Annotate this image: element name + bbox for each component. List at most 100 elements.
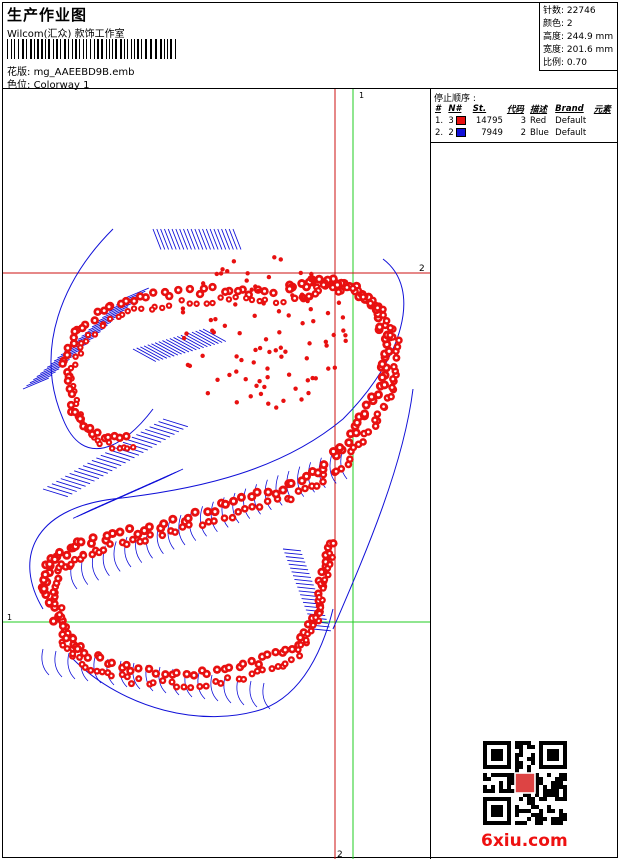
red-stitch-dot (234, 354, 239, 359)
red-stitch-flower (77, 350, 85, 357)
red-stitch-dot (298, 270, 303, 276)
red-stitch-flower (129, 444, 137, 451)
blue-stitch-outline (91, 460, 117, 469)
blue-stitch-outline (202, 228, 211, 250)
red-stitch-dot (181, 335, 187, 341)
blue-stitch-outline (285, 556, 304, 559)
red-stitch-dot (215, 377, 220, 383)
red-stitch-flower (309, 621, 317, 629)
blue-stitch-outline (312, 628, 331, 632)
blue-stitch-outline (140, 431, 166, 441)
red-stitch-dot (200, 281, 206, 286)
red-stitch-dot (279, 354, 284, 359)
red-stitch-flower (217, 294, 224, 301)
red-stitch-dot (180, 310, 186, 315)
red-stitch-dot (343, 338, 348, 344)
red-stitch-dot (239, 357, 244, 363)
red-stitch-dot (336, 300, 342, 305)
blue-stitch-outline (183, 228, 192, 250)
red-stitch-flower (93, 307, 102, 316)
red-stitch-dot (263, 337, 269, 342)
red-stitch-flower (77, 344, 84, 351)
red-stitch-flower (174, 285, 183, 295)
red-stitch-flower (58, 359, 67, 368)
red-stitch-dot (300, 321, 305, 326)
barcode-icon (7, 39, 183, 59)
red-stitch-flower (124, 307, 131, 315)
red-stitch-flower (286, 478, 296, 488)
table-row: 2. 2 7949 2 Blue Default (435, 128, 587, 138)
red-stitch-flower (107, 672, 115, 680)
red-stitch-flower (360, 409, 370, 419)
red-stitch-flower (285, 284, 295, 294)
blue-stitch-outline (186, 228, 196, 250)
red-stitch-flower (149, 679, 157, 687)
red-stitch-dot (308, 306, 313, 312)
red-stitch-flower (159, 677, 167, 685)
red-stitch-dot (237, 331, 242, 336)
red-stitch-dot (324, 343, 329, 348)
col-code: 代码 (506, 105, 524, 115)
blue-stitch-outline (232, 228, 242, 250)
red-stitch-flower (210, 507, 220, 517)
blue-stitch-outline (221, 228, 230, 250)
red-stitch-flower (58, 621, 68, 631)
red-stitch-dot (262, 384, 267, 390)
blue-stitch-outline (131, 436, 157, 446)
guide-label-top: 1 (359, 91, 364, 100)
red-stitch-dot (254, 383, 259, 388)
red-stitch-dot (248, 394, 253, 399)
red-stitch-flower (146, 530, 154, 539)
red-stitch-flower (84, 331, 92, 339)
red-stitch-flower (202, 682, 210, 690)
blue-stitch-outline (96, 457, 122, 467)
stat-height: 高度: 244.9 mm (543, 32, 614, 42)
red-stitch-flower (172, 668, 181, 678)
red-stitch-flower (236, 492, 246, 502)
red-stitch-dot (234, 400, 239, 405)
blue-stitch-outline (54, 650, 63, 678)
red-stitch-dot (293, 386, 298, 391)
page-title: 生产作业图 (7, 6, 88, 24)
production-sheet: 生产作业图 Wilcom(汇众) 款饰工作室 花版: mg_AAEEBD9B.e… (2, 2, 618, 859)
red-stitch-dot (278, 257, 283, 262)
blue-stitch-outline (22, 377, 49, 390)
blue-stitch-outline (87, 462, 113, 472)
red-stitch-flower (96, 440, 103, 448)
red-stitch-dot (266, 401, 271, 406)
red-stitch-dot (227, 372, 232, 378)
red-stitch-dot (286, 372, 292, 377)
guide-label-left: 1 (7, 613, 12, 622)
red-stitch-dot (184, 331, 189, 336)
red-stitch-flower (240, 675, 248, 683)
qr-code-icon (483, 741, 567, 825)
blue-stitch-outline (262, 682, 271, 710)
blue-stitch-outline (158, 421, 184, 430)
red-stitch-dot (278, 345, 284, 350)
red-stitch-flower (232, 293, 239, 301)
red-stitch-dot (258, 391, 264, 397)
stats-panel: 针数: 22746 颜色: 2 高度: 244.9 mm 宽度: 201.6 m… (539, 3, 617, 71)
red-stitch-flower (346, 455, 354, 463)
red-stitch-dot (253, 347, 258, 353)
blue-stitch-outline (243, 488, 251, 519)
red-stitch-dot (208, 317, 214, 323)
blue-stitch-outline (33, 368, 60, 381)
blue-stitch-outline (42, 488, 68, 498)
red-stitch-dot (200, 353, 205, 359)
red-stitch-dot (273, 348, 278, 353)
red-stitch-dot (309, 271, 314, 277)
red-stitch-flower (122, 540, 131, 549)
red-stitch-dot (245, 271, 250, 276)
red-stitch-flower (373, 304, 382, 312)
stop-sequence-table: # N# St. 代码 描述 Brand 元素 1. 3 14795 3 Red… (433, 103, 615, 139)
red-stitch-flower (317, 604, 325, 612)
stat-stitches: 针数: 22746 (543, 6, 596, 16)
blue-stitch-outline (145, 428, 171, 438)
red-stitch-dot (205, 391, 211, 396)
red-stitch-flower (234, 508, 243, 516)
red-stitch-dot (290, 293, 295, 298)
red-stitch-flower (359, 438, 367, 446)
blue-stitch-outline (162, 468, 184, 479)
dragon-embroidery-design: 1 2 1 2 (3, 89, 430, 859)
